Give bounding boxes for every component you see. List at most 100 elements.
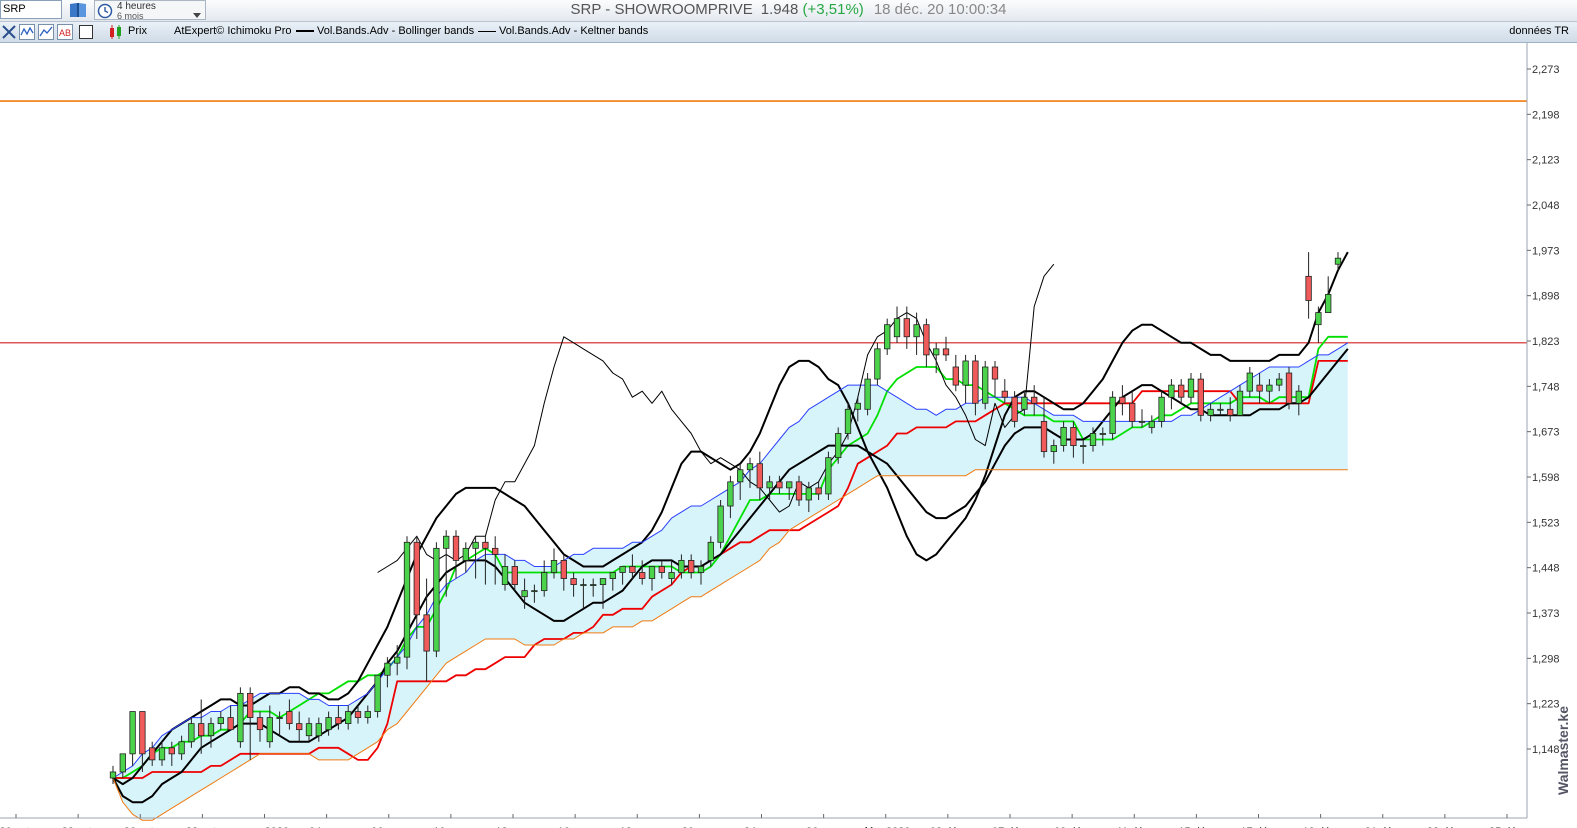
candle-body-up xyxy=(1138,420,1146,423)
legend-keltner-label: Vol.Bands.Adv - Keltner bands xyxy=(499,25,649,37)
title-bar: SRP 4 heures 6 mois SRP - SHOWROOMPRIVE 1… xyxy=(0,0,1577,22)
candle-body-down xyxy=(1119,396,1126,404)
candle-body-up xyxy=(237,692,244,743)
candle-body-up xyxy=(1315,312,1322,326)
y-tick-label: 1,823 xyxy=(1532,336,1560,348)
last-price: 1.948 xyxy=(760,1,799,18)
candle-body-up xyxy=(854,402,861,410)
candle-body-up xyxy=(443,535,450,549)
indicator-toolbar: AB Prix AtExpert© Ichimoku Pro Vol.Bands… xyxy=(0,22,1577,43)
candle-body-down xyxy=(1040,420,1048,453)
candle-body-up xyxy=(727,481,734,507)
candle-body-up xyxy=(1295,390,1302,404)
candle-body-up xyxy=(619,566,626,573)
candle-body-up xyxy=(266,717,273,743)
data-source-label: données TR xyxy=(1509,25,1569,37)
candle-body-up xyxy=(521,590,528,598)
price-chart[interactable]: 2,273 2,198 2,123 2,048 1,973 1,898 1,823 1,748… xyxy=(0,43,1577,828)
y-tick-label: 2,048 xyxy=(1532,200,1560,212)
candle-body-down xyxy=(1001,390,1008,398)
blank-window-icon[interactable] xyxy=(78,24,94,40)
candle-body-down xyxy=(1305,275,1312,301)
candle-body-down xyxy=(1178,384,1185,398)
candle-body-up xyxy=(501,566,509,585)
candle-body-down xyxy=(942,348,950,356)
y-tick-label: 1,598 xyxy=(1532,472,1560,484)
candle-body-down xyxy=(923,324,930,356)
candle-body-up xyxy=(766,481,773,489)
text-annotation-icon[interactable]: AB xyxy=(57,24,73,40)
candle-body-down xyxy=(903,318,910,338)
candle-body-down xyxy=(198,723,205,737)
candle-body-up xyxy=(109,771,117,779)
candle-body-up xyxy=(550,560,558,573)
candle-body-up xyxy=(707,541,714,561)
bollinger-line-swatch xyxy=(296,30,314,33)
candle-body-down xyxy=(482,541,489,549)
legend-ichimoku[interactable]: AtExpert© Ichimoku Pro xyxy=(174,25,292,37)
candle-body-up xyxy=(129,711,136,755)
candle-body-down xyxy=(756,463,763,489)
candle-body-up xyxy=(1050,445,1057,453)
candle-body-up xyxy=(315,723,322,737)
candle xyxy=(374,674,381,718)
candle-body-up xyxy=(403,541,411,658)
candle-body-down xyxy=(227,717,234,731)
candle-body-down xyxy=(815,487,822,495)
candle-body-down xyxy=(1256,384,1263,392)
candle-body-down xyxy=(639,572,646,579)
indicator-chart-icon[interactable] xyxy=(38,24,54,40)
candle-body-up xyxy=(1236,390,1244,416)
candle xyxy=(1109,391,1116,440)
candle-body-up xyxy=(668,572,675,579)
candle-body-down xyxy=(1227,408,1234,416)
candlestick-icon xyxy=(110,25,121,39)
candle-body-up xyxy=(825,457,832,495)
legend-bollinger[interactable]: Vol.Bands.Adv - Bollinger bands xyxy=(296,25,474,37)
legend-bollinger-label: Vol.Bands.Adv - Bollinger bands xyxy=(317,25,475,37)
candle xyxy=(237,687,244,748)
candle-body-down xyxy=(1011,396,1018,422)
y-tick-label: 1,298 xyxy=(1532,653,1560,665)
candle-body-up xyxy=(962,360,969,386)
candle xyxy=(864,373,871,416)
candle-body-up xyxy=(697,566,705,573)
wave-chart-icon[interactable] xyxy=(19,24,35,40)
y-tick-label: 1,973 xyxy=(1532,245,1560,257)
candle-body-up xyxy=(874,348,881,380)
y-tick-label: 2,273 xyxy=(1532,64,1560,76)
candle-body-up xyxy=(835,433,842,459)
candle-body-down xyxy=(629,566,636,573)
candle-body-up xyxy=(1060,427,1067,446)
legend-price[interactable]: Prix xyxy=(128,25,147,37)
candle-body-down xyxy=(149,747,156,761)
candle-body-up xyxy=(374,674,381,712)
candle-body-up xyxy=(345,711,352,725)
candle-body-up xyxy=(384,662,391,676)
candle xyxy=(403,536,411,670)
candle-body-up xyxy=(913,324,920,338)
candle-body-up xyxy=(864,378,871,410)
candle-body-down xyxy=(1031,396,1038,404)
candle-body-up xyxy=(207,723,215,737)
y-tick-label: 1,898 xyxy=(1532,291,1560,303)
candle-body-up xyxy=(433,547,440,652)
candle-body-up xyxy=(1325,294,1332,313)
candle-body-down xyxy=(247,692,254,718)
candle-body-up xyxy=(217,717,224,725)
candle-body-down xyxy=(296,723,303,731)
candle-body-up xyxy=(472,541,479,549)
candle-body-up xyxy=(933,348,940,356)
candle-body-up xyxy=(1207,408,1214,416)
candle-body-down xyxy=(1197,378,1204,416)
y-tick-label: 2,198 xyxy=(1532,109,1560,121)
candle-body-up xyxy=(305,723,313,737)
candle-body-up xyxy=(1334,257,1342,265)
candle-body-up xyxy=(119,753,126,773)
candle xyxy=(825,451,832,500)
candle xyxy=(717,499,724,549)
tools-icon[interactable] xyxy=(1,24,17,40)
legend-keltner[interactable]: Vol.Bands.Adv - Keltner bands xyxy=(478,25,648,37)
candle-body-up xyxy=(746,463,754,471)
candle-body-up xyxy=(1021,396,1028,410)
